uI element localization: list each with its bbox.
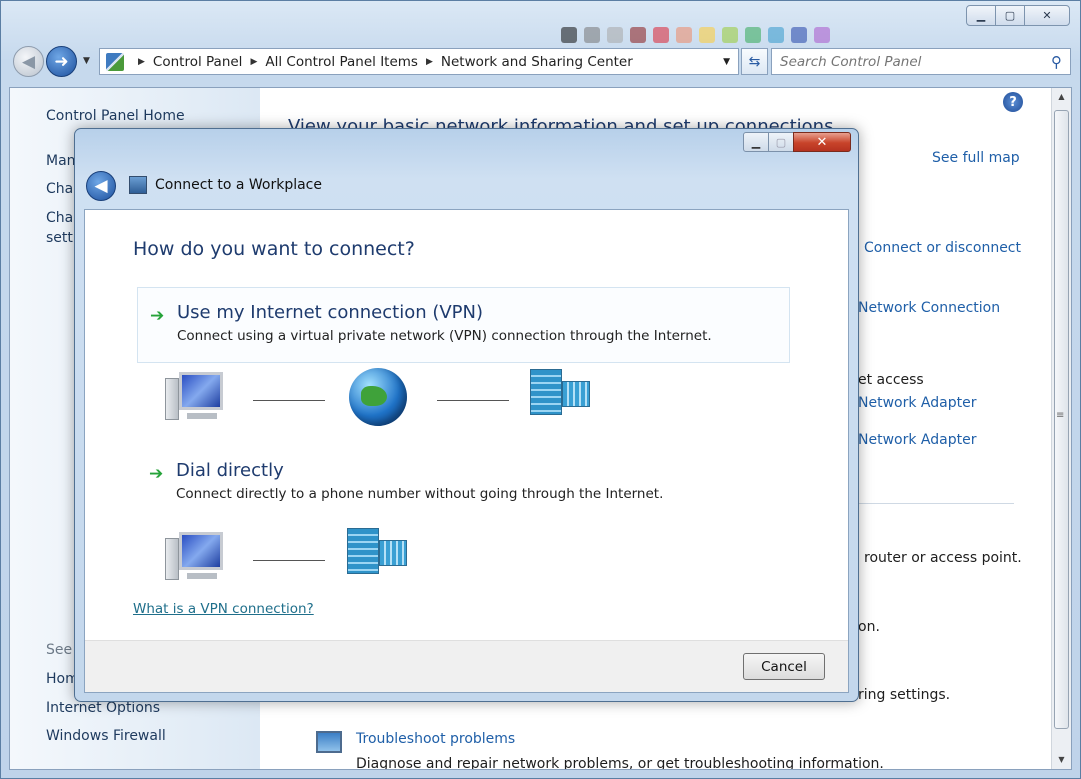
forward-button[interactable]: ➜ (46, 46, 77, 77)
connection-line (253, 560, 325, 561)
scroll-up-icon[interactable]: ▲ (1052, 88, 1071, 106)
connection-line (253, 400, 325, 401)
green-arrow-icon: ➔ (150, 306, 165, 326)
troubleshoot-icon (316, 731, 342, 753)
dialog-body: How do you want to connect? ➔ Use my Int… (84, 209, 849, 693)
title-bar-decoration (561, 27, 830, 43)
dialog-question: How do you want to connect? (133, 238, 415, 260)
dialog-footer: Cancel (85, 640, 848, 692)
back-button[interactable]: ◀ (13, 46, 44, 77)
computer-icon (165, 368, 225, 424)
network-adapter-link-1[interactable]: Network Adapter (858, 395, 976, 411)
option-vpn-title: Use my Internet connection (VPN) (177, 302, 484, 323)
control-panel-icon (106, 52, 124, 71)
breadcrumb-all-items[interactable]: All Control Panel Items (265, 54, 418, 70)
breadcrumb-control-panel[interactable]: Control Panel (153, 54, 243, 70)
chevron-right-icon: ▶ (250, 56, 258, 67)
scroll-down-icon[interactable]: ▼ (1052, 751, 1071, 769)
green-arrow-icon: ➔ (149, 464, 164, 484)
network-adapter-link-2[interactable]: Network Adapter (858, 432, 976, 448)
help-icon[interactable]: ? (1003, 92, 1023, 112)
maximize-icon: ▢ (1004, 9, 1016, 22)
option-vpn[interactable]: ➔ Use my Internet connection (VPN) Conne… (137, 287, 790, 363)
back-arrow-icon: ◀ (21, 51, 36, 72)
search-icon[interactable]: ⚲ (1051, 53, 1062, 71)
refresh-button[interactable]: ⇆ (741, 48, 768, 75)
connection-description: on. (858, 619, 880, 635)
what-is-vpn-link[interactable]: What is a VPN connection? (133, 601, 314, 617)
troubleshoot-description: Diagnose and repair network problems, or… (356, 756, 884, 770)
see-full-map-link[interactable]: See full map (932, 150, 1020, 166)
access-type-text: et access (858, 372, 924, 388)
option-dial-description: Connect directly to a phone number witho… (176, 486, 664, 502)
vertical-scrollbar[interactable]: ▲ ≡ ▼ (1051, 88, 1071, 769)
control-panel-home-link[interactable]: Control Panel Home (46, 108, 185, 124)
dialog-minimize-button[interactable]: ▁ (743, 132, 769, 152)
close-button[interactable]: ✕ (1024, 5, 1070, 26)
dialog-close-button[interactable]: ✕ (793, 132, 851, 152)
workplace-server-icon (347, 528, 407, 574)
dialog-maximize-button[interactable]: ▢ (768, 132, 794, 152)
sidebar-link-1[interactable]: Man (46, 153, 76, 169)
minimize-icon: ▁ (976, 9, 986, 22)
close-icon: ✕ (1042, 9, 1052, 22)
sidebar-link-3-cont[interactable]: setti (46, 230, 77, 246)
option-dial-title: Dial directly (176, 460, 284, 481)
connection-line (437, 400, 509, 401)
dialog-title-text: Connect to a Workplace (155, 177, 322, 193)
back-arrow-icon: ◀ (94, 176, 108, 196)
chevron-right-icon: ▶ (138, 56, 145, 67)
workplace-server-icon (530, 369, 590, 415)
chevron-down-icon: ▼ (83, 56, 90, 66)
refresh-icon: ⇆ (748, 53, 761, 70)
maximize-button[interactable]: ▢ (995, 5, 1025, 26)
router-description: router or access point. (864, 550, 1022, 566)
sharing-settings-description: ring settings. (858, 687, 951, 703)
cancel-button[interactable]: Cancel (743, 653, 825, 680)
address-bar[interactable]: ▶ Control Panel ▶ All Control Panel Item… (99, 48, 739, 75)
connect-to-workplace-dialog: ▁ ▢ ✕ ◀ Connect to a Workplace How do yo… (74, 128, 859, 702)
dialog-back-button[interactable]: ◀ (86, 171, 116, 201)
dialog-window-controls: ▁ ▢ ✕ (743, 132, 851, 152)
address-dropdown-icon[interactable]: ▼ (723, 57, 730, 67)
troubleshoot-problems-link[interactable]: Troubleshoot problems (356, 731, 515, 747)
maximize-icon: ▢ (775, 135, 787, 149)
internet-options-link[interactable]: Internet Options (46, 700, 160, 716)
internet-globe-icon (349, 368, 407, 426)
search-box[interactable]: ⚲ (771, 48, 1071, 75)
windows-firewall-link[interactable]: Windows Firewall (46, 728, 166, 744)
computer-icon (165, 528, 225, 584)
connect-disconnect-link[interactable]: Connect or disconnect (864, 240, 1021, 256)
window-controls: ▁ ▢ ✕ (966, 5, 1070, 26)
minimize-icon: ▁ (751, 135, 761, 149)
close-icon: ✕ (816, 134, 828, 150)
scrollbar-grip-icon: ≡ (1056, 410, 1065, 421)
forward-arrow-icon: ➜ (54, 51, 69, 72)
search-input[interactable] (780, 53, 1030, 70)
navigation-bar: ◀ ➜ ▼ ▶ Control Panel ▶ All Control Pane… (9, 45, 1072, 79)
dialog-title: Connect to a Workplace (129, 176, 322, 194)
option-dial-directly[interactable]: ➔ Dial directly Connect directly to a ph… (137, 446, 790, 522)
option-vpn-description: Connect using a virtual private network … (177, 328, 712, 344)
history-dropdown[interactable]: ▼ (83, 56, 90, 66)
minimize-button[interactable]: ▁ (966, 5, 996, 26)
breadcrumb-network-sharing[interactable]: Network and Sharing Center (441, 54, 633, 70)
network-connection-link[interactable]: Network Connection (858, 300, 1000, 316)
section-divider (858, 503, 1014, 504)
workplace-icon (129, 176, 147, 194)
chevron-right-icon: ▶ (425, 56, 433, 67)
